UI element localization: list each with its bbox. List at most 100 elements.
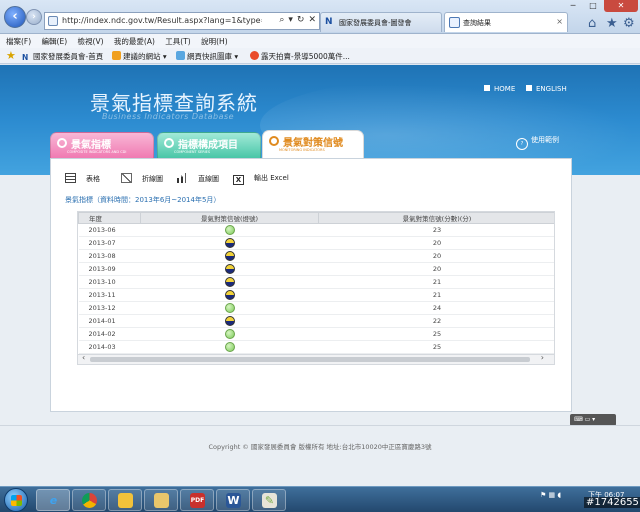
line-chart-button[interactable]: 折線圖 <box>121 173 163 184</box>
refresh-icon[interactable]: ↻ <box>297 15 305 25</box>
tab-sublabel: COMPONENT SERIES <box>174 150 211 154</box>
footer-divider <box>0 425 640 426</box>
result-panel: 表格 折線圖 直線圖 X 輸出 Excel 景氣指標（資料時間：2013年6月~2… <box>50 158 572 412</box>
cell-score: 22 <box>318 314 554 328</box>
favorite-label: 露天拍賣-景導5000萬件... <box>261 52 350 61</box>
dropdown-icon[interactable]: ▾ <box>288 15 293 25</box>
favorite-ruten[interactable]: 露天拍賣-景導5000萬件... <box>250 51 350 62</box>
favorite-web-slice-gallery[interactable]: 網頁快訊圖庫 ▾ <box>176 51 238 62</box>
internet-explorer-icon: e <box>49 494 58 507</box>
cell-light <box>140 327 319 341</box>
gear-icon[interactable]: ⚙ <box>623 16 635 31</box>
favorite-ndc-home[interactable]: N 國家發展委員會-首頁 <box>22 51 103 62</box>
usage-example-link[interactable]: ? 使用範例 <box>516 135 559 150</box>
column-header-score[interactable]: 景氣對策信號(分數)(分) <box>318 212 554 224</box>
cell-score: 21 <box>318 275 554 289</box>
menu-view[interactable]: 檢視(V) <box>72 34 104 47</box>
browser-tab-result[interactable]: 查詢結果 × <box>444 12 568 32</box>
address-bar[interactable]: http://index.ndc.gov.tw/Result.aspx?lang… <box>44 12 320 30</box>
table-header-row: 年度 景氣對策信號(燈號) 景氣對策信號(分數)(分) <box>78 212 554 224</box>
data-range-caption: 景氣指標（資料時間：2013年6月~2014年5月） <box>65 196 221 204</box>
favorites-star-icon[interactable]: ★ <box>6 50 16 61</box>
volume-icon[interactable]: ◖ <box>557 491 561 499</box>
cell-light <box>140 314 319 328</box>
favorites-star-icon[interactable]: ★ <box>606 16 618 31</box>
ring-icon <box>57 138 67 148</box>
taskbar-internet-explorer[interactable]: e <box>36 489 70 511</box>
table-row: 2013-07 20 <box>78 236 554 250</box>
ring-icon <box>269 136 279 146</box>
taskbar-word[interactable]: W <box>216 489 250 511</box>
cell-light <box>140 340 319 354</box>
cell-date: 2014-02 <box>78 327 141 341</box>
taskbar-chrome[interactable] <box>72 489 106 511</box>
menu-favorites[interactable]: 我的最愛(A) <box>108 34 155 47</box>
close-tab-icon[interactable]: × <box>556 17 563 26</box>
menu-help[interactable]: 說明(H) <box>195 34 228 47</box>
tab-label: 景氣對策信號 <box>283 138 343 149</box>
footer-copyright: Copyright © 國家發展委員會 版權所有 地址:台北市10020中正區寶… <box>208 443 432 451</box>
cell-light <box>140 262 319 276</box>
table-row: 2013-11 21 <box>78 288 554 302</box>
back-arrow-icon[interactable]: ‹ <box>4 6 26 28</box>
favorites-bar: ★ N 國家發展委員會-首頁 建議的網站 ▾ 網頁快訊圖庫 ▾ 露天拍賣-景導50… <box>0 48 640 64</box>
folder-icon <box>154 493 169 508</box>
system-tray: ⚑ ▦ ◖ <box>540 491 561 499</box>
favorite-label: 國家發展委員會-首頁 <box>33 52 104 61</box>
bullet-icon <box>484 85 490 91</box>
cell-date: 2013-06 <box>78 223 141 237</box>
tab-composite-indicators[interactable]: 景氣指標 COMPOSITE INDICATORS AND CDI <box>50 132 154 158</box>
search-icon[interactable]: ⌕ <box>279 15 284 25</box>
yellow-blue-light-icon <box>224 316 235 326</box>
yellow-blue-light-icon <box>224 264 235 274</box>
network-icon[interactable]: ▦ <box>549 491 556 499</box>
cell-date: 2013-11 <box>78 288 141 302</box>
help-circle-icon: ? <box>516 138 528 150</box>
taskbar-pdf-reader[interactable]: PDF <box>180 489 214 511</box>
menu-file[interactable]: 檔案(F) <box>0 34 31 47</box>
maximize-button[interactable]: □ <box>584 0 602 12</box>
scroll-left-icon[interactable]: ‹ <box>82 353 85 362</box>
menu-tools[interactable]: 工具(T) <box>159 34 190 47</box>
address-url[interactable]: http://index.ndc.gov.tw/Result.aspx?lang… <box>62 16 262 25</box>
cell-date: 2013-12 <box>78 301 141 315</box>
forward-arrow-icon[interactable]: › <box>26 9 42 25</box>
yellow-blue-light-icon <box>224 290 235 300</box>
taskbar-file-explorer[interactable] <box>144 489 178 511</box>
menu-edit[interactable]: 編輯(E) <box>36 34 68 47</box>
cell-date: 2013-08 <box>78 249 141 263</box>
english-link[interactable]: ENGLISH <box>526 85 567 93</box>
cell-date: 2014-01 <box>78 314 141 328</box>
scroll-right-icon[interactable]: › <box>541 353 544 362</box>
favorite-suggested-sites[interactable]: 建議的網站 ▾ <box>112 51 167 62</box>
browser-tab-title: 查詢結果 <box>463 19 491 27</box>
export-excel-button[interactable]: X 輸出 Excel <box>233 173 289 185</box>
cell-score: 20 <box>318 262 554 276</box>
stop-icon[interactable]: ✕ <box>308 15 316 25</box>
table-view-button[interactable]: 表格 <box>65 173 100 184</box>
home-link[interactable]: HOME <box>484 85 515 93</box>
minimize-button[interactable]: ─ <box>564 0 582 12</box>
bar-chart-button[interactable]: 直線圖 <box>177 173 219 184</box>
scrollbar-thumb[interactable] <box>90 357 530 362</box>
browser-tab-ndc[interactable]: N 國家發展委員會-圖發會 <box>320 12 442 32</box>
line-chart-label: 折線圖 <box>142 175 163 183</box>
cell-light <box>140 249 319 263</box>
cell-date: 2014-03 <box>78 340 141 354</box>
taskbar-messenger[interactable] <box>108 489 142 511</box>
tab-monitoring-indicators[interactable]: 景氣對策信號 MONITORING INDICATORS <box>262 130 364 158</box>
start-button[interactable] <box>4 488 28 512</box>
close-window-button[interactable]: ✕ <box>604 0 638 12</box>
table-row: 2013-08 20 <box>78 249 554 263</box>
column-header-date[interactable]: 年度 <box>78 212 141 224</box>
taskbar-paint[interactable]: ✎ <box>252 489 286 511</box>
line-chart-icon <box>121 173 132 183</box>
web-page: 景氣指標查詢系統 Business Indicators Database HO… <box>0 65 640 486</box>
flag-icon[interactable]: ⚑ <box>540 491 546 499</box>
horizontal-scrollbar[interactable]: ‹ › <box>77 353 555 365</box>
home-icon[interactable]: ⌂ <box>588 16 596 31</box>
tab-component-series[interactable]: 指標構成項目 COMPONENT SERIES <box>157 132 261 158</box>
yellow-blue-light-icon <box>224 251 235 261</box>
ring-icon <box>164 138 174 148</box>
column-header-light[interactable]: 景氣對策信號(燈號) <box>140 212 319 224</box>
